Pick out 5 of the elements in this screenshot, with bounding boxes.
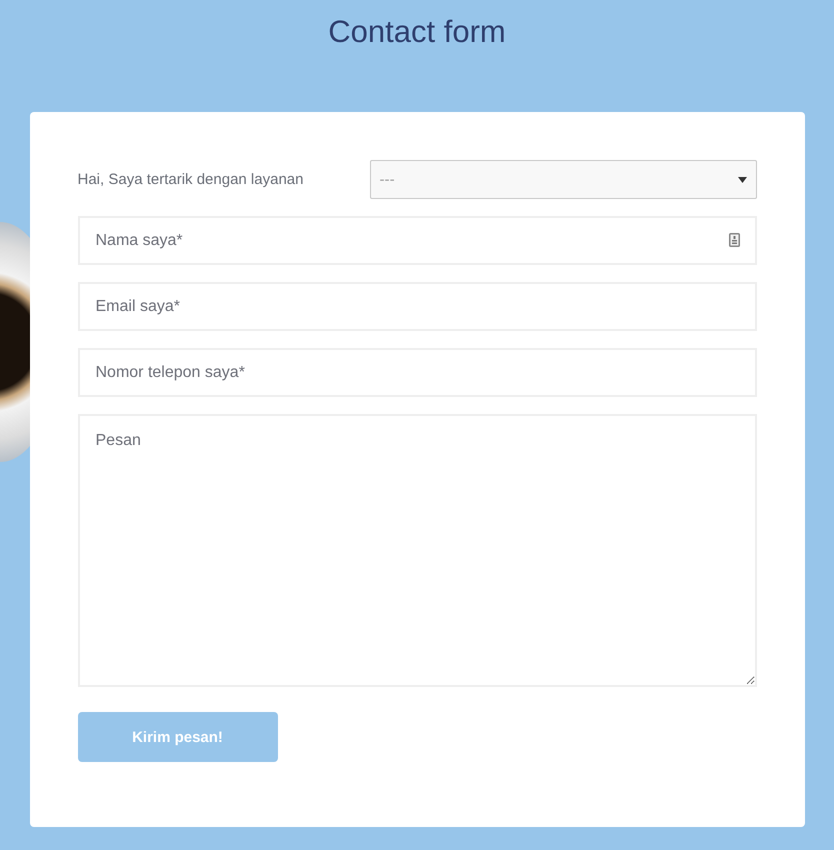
- submit-button[interactable]: Kirim pesan!: [78, 712, 278, 762]
- caret-icon: [738, 176, 746, 182]
- page-title: Contact form: [328, 14, 506, 51]
- service-dropdown[interactable]: ---: [370, 160, 756, 199]
- service-label: Hai, Saya tertarik dengan layanan: [78, 171, 304, 188]
